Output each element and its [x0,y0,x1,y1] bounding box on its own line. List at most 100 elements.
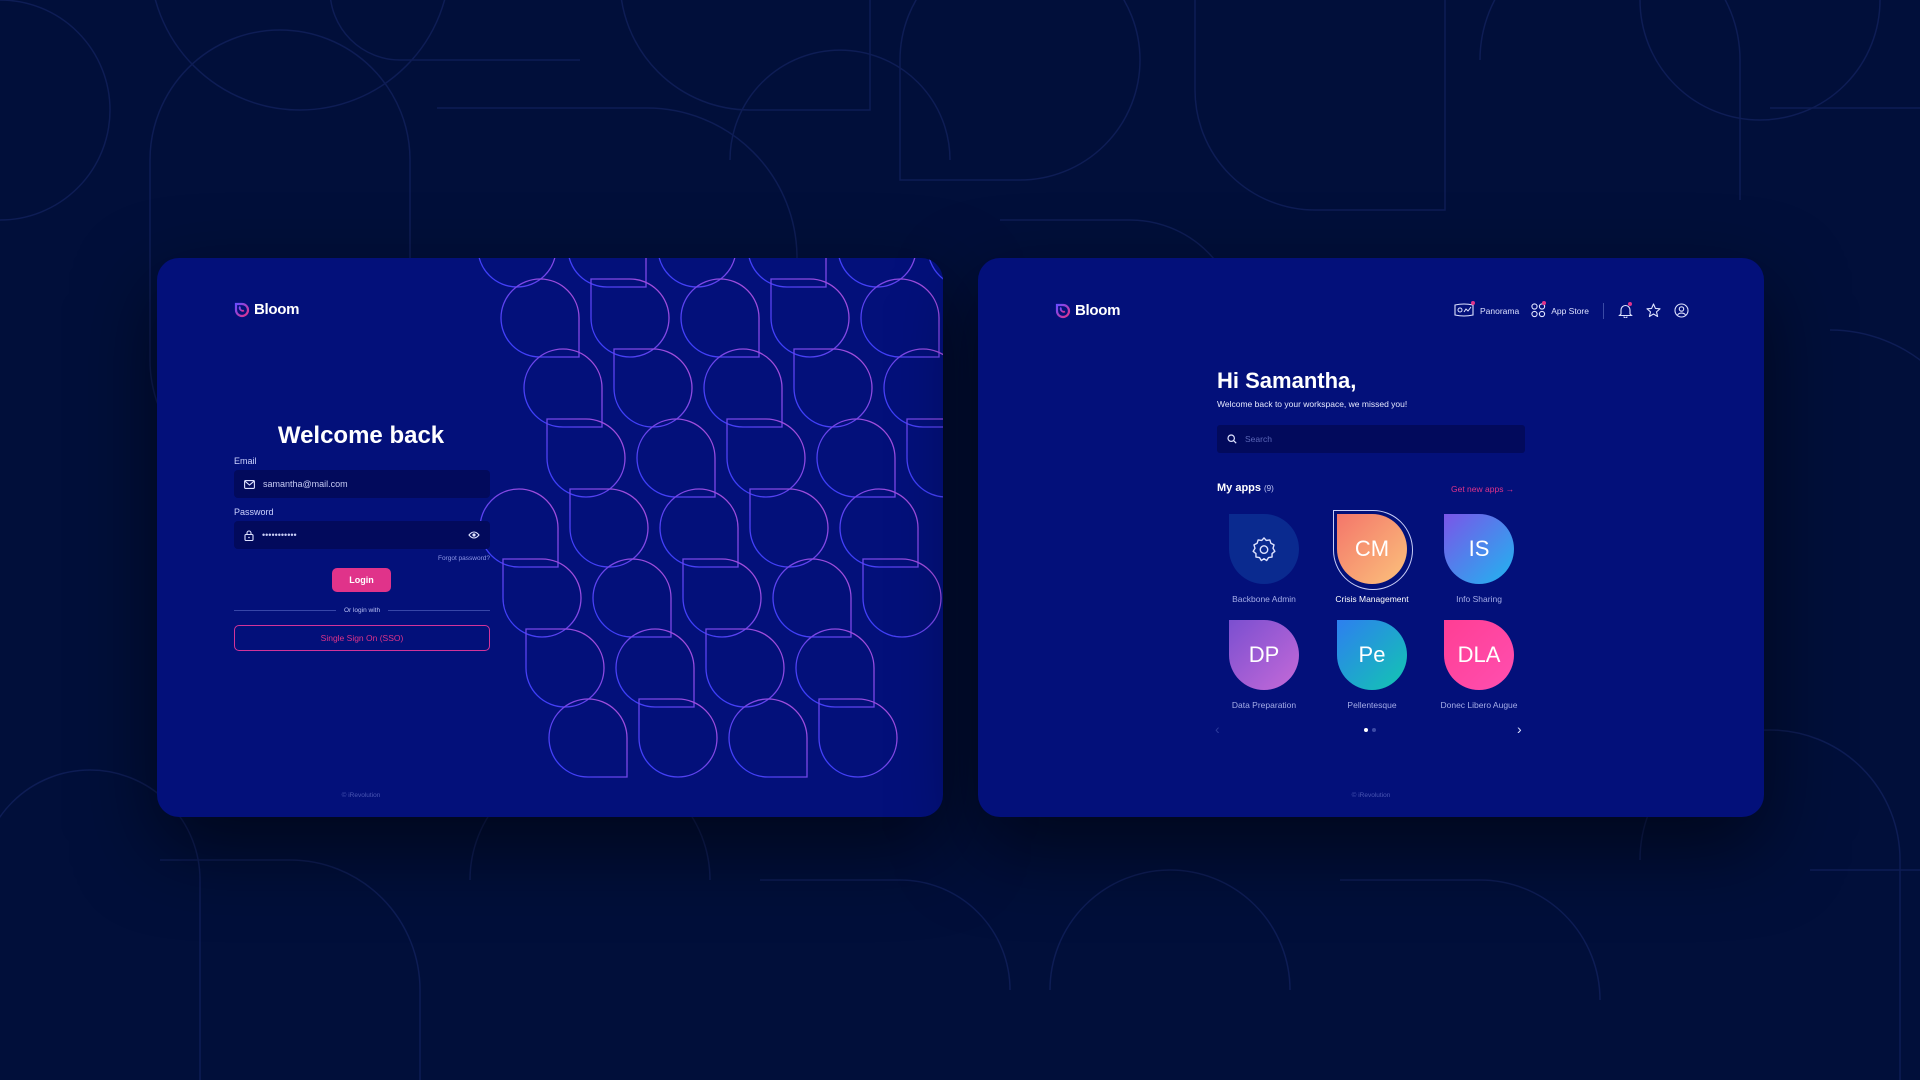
app-label: Data Preparation [1231,700,1297,710]
app-initials: DP [1248,642,1280,667]
logo-text: Bloom [1075,302,1121,319]
prev-page-button[interactable]: ‹ [1215,721,1220,737]
apps-count: (9) [1264,484,1274,493]
my-apps-heading: My apps (9) [1217,482,1274,494]
decorative-drop-shape [703,348,783,428]
app-icon: IS [1444,514,1514,584]
footer-copyright: © iRevolution [341,792,381,799]
star-icon[interactable] [1646,303,1662,319]
decorative-drop-shape [523,348,603,428]
notification-dot [1470,301,1475,305]
my-apps-label: My apps [1217,482,1262,494]
nav-app-store[interactable]: App Store [1531,301,1589,319]
search-icon [1227,434,1237,444]
app-icon [1229,514,1299,584]
decorative-drop-shape [548,698,628,778]
app-initials: DLA [1457,642,1501,667]
decorative-drop-shape [726,418,806,498]
email-field[interactable]: samantha@mail.com [234,470,490,498]
greeting-title: Hi Samantha, [1217,368,1357,393]
decorative-drop-shape [816,418,896,498]
decorative-drop-shape [749,488,829,568]
decorative-drop-shape [680,278,760,358]
app-icon: DLA [1444,620,1514,690]
login-card: Bloom Welcome back Email samantha@mail.c… [157,258,943,817]
login-button[interactable]: Login [332,568,391,592]
password-label: Password [234,507,274,517]
app-label: Donec Libero Augue [1440,700,1518,710]
decorative-drop-shape [659,488,739,568]
app-tile-donec-libero-augue[interactable]: DLA Donec Libero Augue [1419,620,1539,710]
decorative-drop-shape [793,348,873,428]
email-value: samantha@mail.com [263,479,348,489]
pager-dots [1364,728,1376,732]
decorative-drop-shape [569,488,649,568]
decorative-drop-shape [772,558,852,638]
app-tile-info-sharing[interactable]: IS Info Sharing [1419,514,1539,604]
app-label: Pellentesque [1347,700,1397,710]
decorative-drop-shape [658,258,736,288]
app-label: Info Sharing [1456,594,1502,604]
page-dot-2[interactable] [1372,728,1376,732]
next-page-button[interactable]: › [1517,721,1522,737]
app-label: Backbone Admin [1232,594,1296,604]
decorative-drop-shape [590,278,670,358]
user-icon[interactable] [1674,303,1690,319]
bell-icon[interactable] [1618,302,1634,319]
decorative-drop-shape [502,558,582,638]
app-icon: DP [1229,620,1299,690]
greeting-subtitle: Welcome back to your workspace, we misse… [1217,399,1408,409]
decorative-drop-shape [682,558,762,638]
decorative-drop-shape [795,628,875,708]
decorative-drop-shape [839,488,919,568]
decorative-drop-shape [705,628,785,708]
app-tile-backbone-admin[interactable]: Backbone Admin [1204,514,1324,604]
email-label: Email [234,456,257,466]
divider-line [234,610,336,611]
bloom-logo-icon [1055,303,1071,318]
decorative-drop-shape [500,278,580,358]
decorative-drop-shape [860,278,940,358]
logo: Bloom [1055,302,1120,319]
divider-line [388,610,490,611]
logo: Bloom [234,301,299,318]
login-title: Welcome back [277,422,445,449]
decorative-drop-shape [906,418,943,498]
decorative-drop-shape [525,628,605,708]
bloom-logo-icon [234,302,250,317]
sso-button[interactable]: Single Sign On (SSO) [234,625,490,651]
app-initials: IS [1468,536,1490,561]
nav-app-store-label: App Store [1551,306,1589,316]
app-tile-pellentesque[interactable]: Pe Pellentesque [1312,620,1432,710]
eye-icon[interactable] [468,531,480,539]
notification-dot [1628,302,1632,306]
search-bar[interactable] [1217,425,1525,453]
decorative-drop-shape [615,628,695,708]
page-dot-1[interactable] [1364,728,1368,732]
decorative-drop-shape [728,698,808,778]
forgot-password-link[interactable]: Forgot password? [234,555,490,562]
decorative-drop-shape [479,488,559,568]
app-tile-data-preparation[interactable]: DP Data Preparation [1204,620,1324,710]
decorative-drop-shape [613,348,693,428]
app-label: Crisis Management [1335,594,1409,604]
app-initials: CM [1354,536,1390,561]
decorative-drop-shape [770,278,850,358]
decorative-drop-shape [838,258,916,288]
top-nav: Panorama App Store [1454,301,1690,319]
decorative-drop-shape [636,418,716,498]
app-tile-crisis-management[interactable]: CM Crisis Management [1312,510,1432,604]
nav-separator [1603,303,1604,319]
app-icon: Pe [1337,620,1407,690]
mail-icon [244,479,255,489]
logo-text: Bloom [254,301,300,318]
decorative-drop-shape [862,558,942,638]
decorative-drop-shape [568,258,647,288]
search-input[interactable] [1245,434,1515,444]
gear-icon [1252,537,1276,562]
nav-panorama[interactable]: Panorama [1454,301,1519,319]
decorative-drop-shape [592,558,672,638]
password-field[interactable]: ••••••••••• [234,521,490,549]
decorative-drop-shape [883,348,943,428]
get-new-apps-link[interactable]: Get new apps → [1451,484,1514,494]
